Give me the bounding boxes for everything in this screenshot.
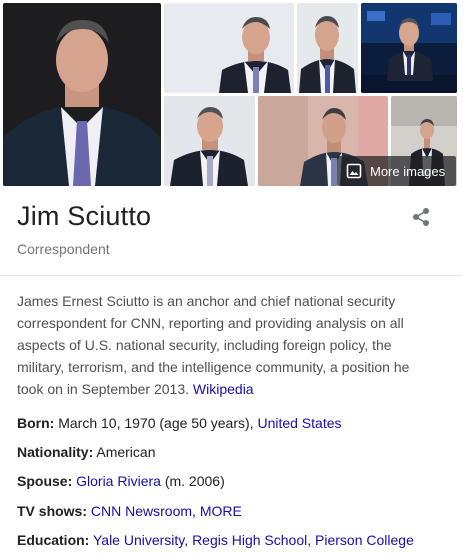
fact-value: March 10, 1970 (age 50 years), xyxy=(58,415,254,431)
more-images-label: More images xyxy=(370,163,446,179)
share-icon xyxy=(413,208,429,226)
fact-label: Born: xyxy=(17,415,55,431)
separator: , xyxy=(192,503,200,519)
fact-nationality: Nationality: American xyxy=(17,444,156,460)
image-4[interactable] xyxy=(361,3,457,93)
knowledge-panel: More images Jim Sciutto Correspondent Ja… xyxy=(0,0,463,557)
fact-tv-shows: TV shows: CNN Newsroom, MORE xyxy=(17,503,242,519)
separator: , xyxy=(307,532,316,548)
image-3[interactable] xyxy=(297,3,358,93)
tv-show-link[interactable]: CNN Newsroom xyxy=(91,503,192,519)
entity-description: James Ernest Sciutto is an anchor and ch… xyxy=(17,290,437,400)
separator: , xyxy=(184,532,193,548)
fact-label: Education: xyxy=(17,532,90,548)
fact-born: Born: March 10, 1970 (age 50 years), Uni… xyxy=(17,415,342,431)
image-5[interactable] xyxy=(164,96,255,186)
divider xyxy=(0,275,463,276)
education-link[interactable]: Pierson College xyxy=(315,532,414,548)
share-button[interactable] xyxy=(410,206,432,228)
fact-value: (m. 2006) xyxy=(164,473,225,489)
fact-label: TV shows: xyxy=(17,503,88,519)
entity-title: Jim Sciutto xyxy=(17,201,152,231)
fact-value: American xyxy=(96,444,156,460)
fact-label: Spouse: xyxy=(17,473,73,489)
spouse-link[interactable]: Gloria Riviera xyxy=(76,473,161,489)
image-2[interactable] xyxy=(164,3,294,93)
more-images-button[interactable]: More images xyxy=(337,156,456,186)
wikipedia-link[interactable]: Wikipedia xyxy=(193,381,254,397)
fact-spouse: Spouse: Gloria Riviera (m. 2006) xyxy=(17,473,225,489)
fact-education: Education: Yale University, Regis High S… xyxy=(17,532,414,548)
fact-label: Nationality: xyxy=(17,444,94,460)
born-place-link[interactable]: United States xyxy=(257,415,341,431)
tv-shows-more-link[interactable]: MORE xyxy=(200,503,242,519)
education-link[interactable]: Yale University xyxy=(93,532,184,548)
education-link[interactable]: Regis High School xyxy=(192,532,307,548)
image-main[interactable] xyxy=(3,3,161,186)
entity-subtitle: Correspondent xyxy=(17,241,110,257)
image-icon xyxy=(346,163,362,179)
